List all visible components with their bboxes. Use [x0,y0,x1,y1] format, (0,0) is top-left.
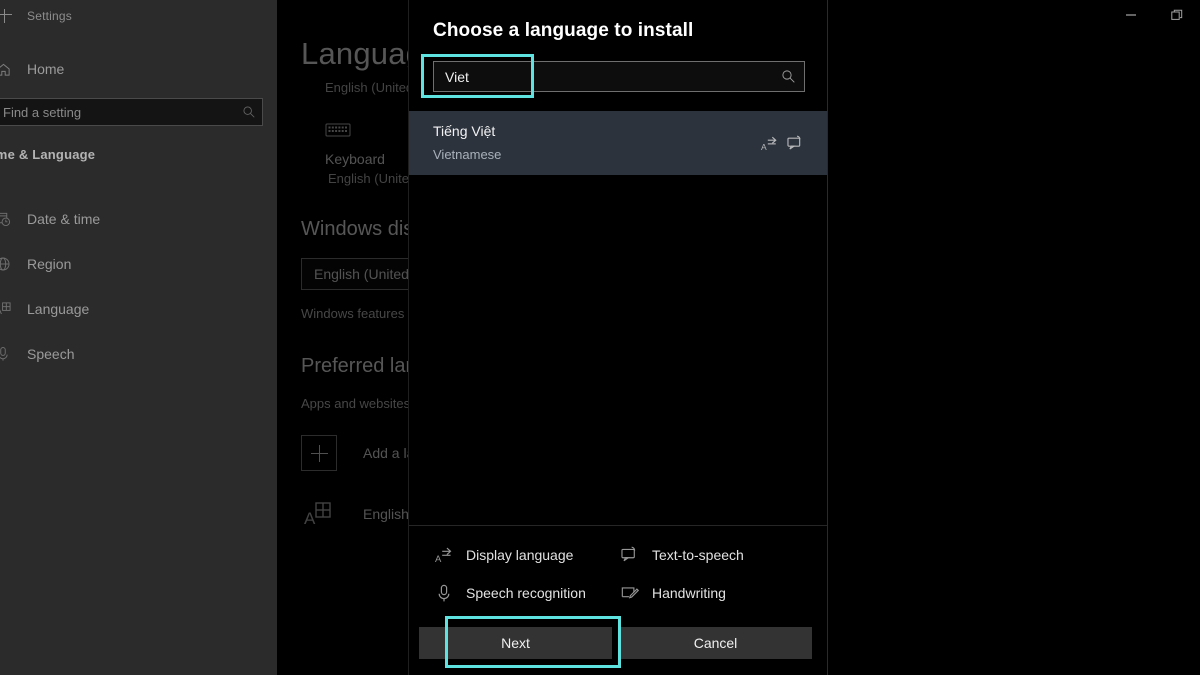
settings-hamburger-icon[interactable] [0,5,16,27]
svg-text:A: A [435,554,442,564]
sidebar-item-speech[interactable]: Speech [0,331,277,376]
dialog-title: Choose a language to install [433,20,694,41]
legend-handwriting: Handwriting [619,582,805,604]
sidebar-item-speech-label: Speech [27,345,75,362]
language-icon: A [0,301,14,317]
microphone-icon [433,582,455,604]
svg-text:A: A [761,142,767,152]
svg-text:A: A [0,306,2,317]
language-search-input[interactable]: Viet [433,61,805,92]
calendar-clock-icon [0,211,14,227]
sidebar-item-home[interactable]: Home [0,56,277,82]
language-search-value: Viet [445,68,469,85]
sidebar-item-date-time[interactable]: Date & time [0,196,277,241]
find-a-setting-placeholder: Find a setting [3,104,82,120]
restore-button[interactable] [1154,0,1200,30]
legend-display-language-label: Display language [466,547,574,563]
legend-display-language: A Display language [433,544,619,566]
sidebar-item-language-label: Language [27,300,90,317]
legend-handwriting-label: Handwriting [652,585,726,601]
search-icon[interactable] [781,69,796,84]
choose-language-dialog: Choose a language to install Viet Tiếng … [408,0,828,675]
legend-speech-recognition-label: Speech recognition [466,585,586,601]
sidebar: Settings Home Find a setting ime & Langu… [0,0,277,675]
handwriting-icon [619,582,641,604]
home-icon [0,62,14,77]
svg-text:A: A [304,509,316,527]
text-to-speech-icon [787,135,805,152]
screen: Settings Home Find a setting ime & Langu… [0,0,1200,675]
legend-speech-recognition: Speech recognition [433,582,619,604]
list-item-native-name: Tiếng Việt [433,123,496,139]
next-button[interactable]: Next [419,627,612,659]
sidebar-item-region-label: Region [27,255,72,272]
legend-text-to-speech: Text-to-speech [619,544,805,566]
plus-icon [301,435,337,471]
language-icon: A [301,496,337,532]
microphone-icon [0,346,14,362]
sidebar-item-language[interactable]: A Language [0,286,277,331]
display-language-icon: A [761,135,778,152]
sidebar-group-title: ime & Language [0,147,96,162]
capability-legend: A Display language Text-to-speech Speech… [409,525,827,604]
list-item-capability-icons: A [761,135,805,152]
cancel-button[interactable]: Cancel [619,627,812,659]
find-a-setting-field[interactable]: Find a setting [0,98,263,126]
dialog-actions: Next Cancel [409,627,827,659]
sidebar-item-region[interactable]: Region [0,241,277,286]
window-title: Settings [27,9,72,23]
minimize-button[interactable] [1108,0,1154,30]
text-to-speech-icon [619,544,641,566]
titlebar: Settings [0,0,277,32]
legend-text-to-speech-label: Text-to-speech [652,547,744,563]
sidebar-item-date-time-label: Date & time [27,210,101,227]
sidebar-items: Date & time Region A Language [0,196,277,376]
sidebar-item-home-label: Home [27,61,65,77]
language-results-list: Tiếng Việt Vietnamese A [409,111,827,175]
window-controls [1108,0,1200,30]
display-language-icon: A [433,544,455,566]
search-icon [242,105,256,119]
globe-icon [0,256,14,272]
list-item-texts: Tiếng Việt Vietnamese [433,122,761,164]
list-item-english-name: Vietnamese [433,147,502,162]
list-item[interactable]: Tiếng Việt Vietnamese A [409,111,827,175]
